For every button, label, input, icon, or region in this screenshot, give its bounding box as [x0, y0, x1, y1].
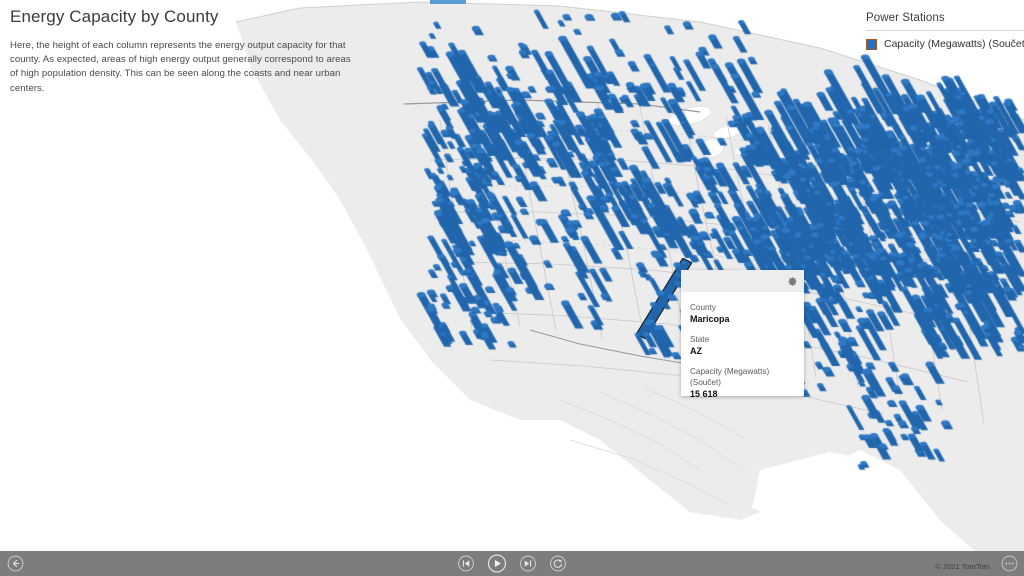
tour-progress-bar[interactable]	[430, 0, 466, 4]
field-label: County	[690, 303, 716, 312]
loop-button[interactable]	[550, 555, 567, 576]
gear-icon[interactable]	[787, 274, 798, 292]
data-card-body: County Maricopa State AZ Capacity (Megaw…	[681, 292, 804, 401]
title-panel: Energy Capacity by County Here, the heig…	[10, 6, 360, 96]
data-card-field-county: County Maricopa	[690, 302, 795, 326]
playback-controls	[458, 554, 567, 576]
legend-item-label: Capacity (Megawatts) (Součet)	[884, 38, 1024, 50]
skip-to-start-button[interactable]	[458, 555, 475, 576]
legend-title: Power Stations	[866, 12, 945, 24]
bottom-toolbar: © 2021 TomTom	[0, 551, 1024, 576]
field-value: 15 618	[690, 389, 718, 399]
legend[interactable]: Power Stations Capacity (Megawatts) (Sou…	[852, 12, 1024, 50]
field-label: Capacity (Megawatts) (Součet)	[690, 367, 770, 387]
legend-color-swatch	[866, 38, 877, 50]
more-options-button[interactable]	[1001, 555, 1018, 576]
power-map-tour-window: Energy Capacity by County Here, the heig…	[0, 0, 1024, 576]
legend-item[interactable]: Capacity (Megawatts) (Součet)	[852, 31, 1024, 50]
field-label: State	[690, 335, 710, 344]
back-button[interactable]	[7, 555, 24, 576]
field-value: Maricopa	[690, 314, 730, 324]
page-description: Here, the height of each column represen…	[10, 40, 351, 94]
map-attribution: © 2021 TomTom	[935, 562, 990, 571]
skip-to-end-button[interactable]	[520, 555, 537, 576]
data-card-tooltip[interactable]: County Maricopa State AZ Capacity (Megaw…	[681, 270, 804, 399]
data-card-field-capacity: Capacity (Megawatts) (Součet) 15 618	[690, 366, 795, 401]
data-card-header	[681, 270, 804, 292]
field-value: AZ	[690, 346, 702, 356]
data-card-field-state: State AZ	[690, 334, 795, 358]
play-button[interactable]	[487, 554, 507, 576]
page-title: Energy Capacity by County	[10, 7, 219, 26]
